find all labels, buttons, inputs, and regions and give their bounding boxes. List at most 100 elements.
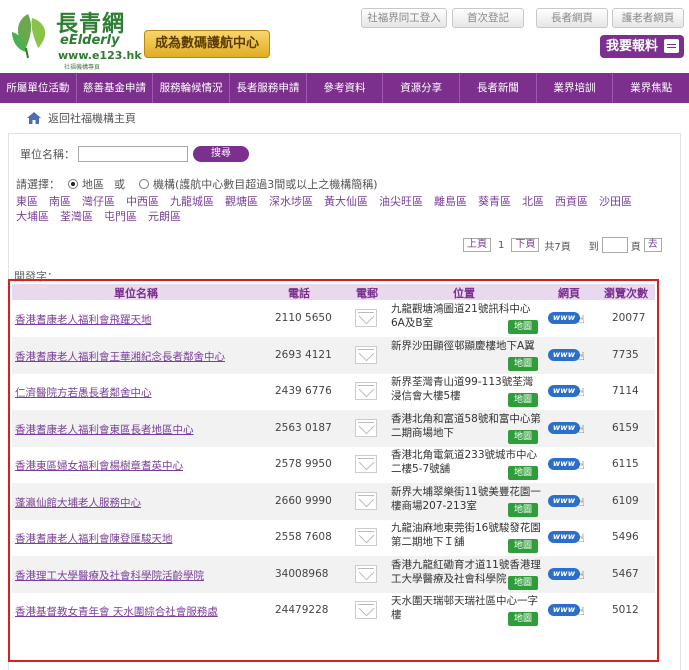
- nav-item-service-application[interactable]: 長者服務申請: [230, 73, 307, 103]
- unit-name-link[interactable]: 香港理工大學醫療及社會科學院活齡學院: [15, 568, 204, 583]
- unit-name-link[interactable]: 蓬瀛仙館大埔老人服務中心: [15, 495, 141, 510]
- email-icon[interactable]: [355, 309, 377, 327]
- unit-name-link[interactable]: 仁濟醫院方若愚長者鄰舍中心: [15, 385, 152, 400]
- district-link[interactable]: 九龍城區: [170, 194, 214, 209]
- pointer-hand-icon: ☝: [578, 532, 585, 545]
- map-button[interactable]: 地圖: [508, 430, 538, 444]
- district-radio[interactable]: [68, 179, 78, 189]
- email-icon[interactable]: [355, 455, 377, 473]
- email-icon[interactable]: [355, 601, 377, 619]
- district-link[interactable]: 東區: [16, 194, 38, 209]
- website-button[interactable]: www ☝: [548, 495, 588, 509]
- district-link[interactable]: 沙田區: [599, 194, 632, 209]
- www-label: www: [548, 312, 580, 324]
- district-link[interactable]: 深水埗區: [269, 194, 313, 209]
- district-link[interactable]: 南區: [49, 194, 71, 209]
- map-button[interactable]: 地圖: [508, 539, 538, 553]
- elderly-page-button[interactable]: 長者網頁: [536, 8, 608, 28]
- next-page-button[interactable]: 下頁: [511, 238, 540, 252]
- map-button[interactable]: 地圖: [508, 357, 538, 371]
- prev-page-button[interactable]: 上頁: [463, 238, 491, 252]
- email-icon[interactable]: [355, 382, 377, 400]
- website-button[interactable]: www ☝: [548, 349, 588, 363]
- www-label: www: [548, 422, 580, 434]
- main-nav: 所屬單位活動 慈善基金申請 服務輪候情況 長者服務申請 參考資料 資源分享 長者…: [0, 73, 689, 103]
- first-register-button[interactable]: 首次登記: [452, 8, 524, 28]
- search-button[interactable]: 搜尋: [193, 146, 249, 162]
- district-link[interactable]: 西貢區: [555, 194, 588, 209]
- nav-item-training[interactable]: 業界培訓: [537, 73, 614, 103]
- map-button[interactable]: 地圖: [508, 576, 538, 590]
- staff-login-button[interactable]: 社福界同工登入: [361, 8, 447, 28]
- nav-item-references[interactable]: 參考資料: [307, 73, 384, 103]
- map-button[interactable]: 地圖: [508, 320, 538, 334]
- district-link[interactable]: 元朗區: [148, 209, 181, 224]
- website-button[interactable]: www ☝: [548, 458, 588, 472]
- goto-page-input[interactable]: [601, 237, 628, 253]
- unit-name-link[interactable]: 香港基督教女青年會 天水圍綜合社會服務處: [15, 604, 218, 619]
- district-link[interactable]: 灣仔區: [82, 194, 115, 209]
- unit-name-link[interactable]: 香港耆康老人福利會飛躍天地: [15, 312, 152, 327]
- www-label: www: [548, 349, 580, 361]
- nav-item-focus[interactable]: 業界焦點: [613, 73, 689, 103]
- report-news-button[interactable]: 我要報料: [600, 35, 684, 58]
- table-row: 仁濟醫院方若愚長者鄰舍中心 2439 6776 新界荃灣青山道99-113號荃灣浸信…: [12, 373, 655, 410]
- email-icon[interactable]: [355, 419, 377, 437]
- unit-name-link[interactable]: 香港東區婦女福利會楊樹章耆英中心: [15, 458, 183, 473]
- map-button[interactable]: 地圖: [508, 612, 538, 626]
- district-list: 東區 南區 灣仔區 中西區 九龍城區 觀塘區 深水埗區 黃大仙區 油尖旺區 離島區 葵青區 北區 西貢區…: [16, 194, 656, 224]
- organization-radio[interactable]: [139, 179, 149, 189]
- map-button[interactable]: 地圖: [508, 466, 538, 480]
- nav-item-elderly-news[interactable]: 長者新聞: [460, 73, 537, 103]
- nav-item-activities[interactable]: 所屬單位活動: [0, 73, 77, 103]
- district-link[interactable]: 荃灣區: [60, 209, 93, 224]
- nav-item-charity-fund[interactable]: 慈善基金申請: [77, 73, 154, 103]
- breadcrumb[interactable]: 返回社福機構主頁: [26, 110, 136, 126]
- view-count: 5012: [612, 604, 639, 616]
- nav-item-waiting-status[interactable]: 服務輪候情況: [153, 73, 231, 103]
- unit-name-search-input[interactable]: [78, 146, 188, 162]
- district-radio-label: 地區: [82, 178, 104, 191]
- view-count: 5496: [612, 531, 639, 543]
- district-link[interactable]: 油尖旺區: [379, 194, 423, 209]
- website-button[interactable]: www ☝: [548, 531, 588, 545]
- district-link[interactable]: 屯門區: [104, 209, 137, 224]
- table-row: 香港耆康老人福利會東區長者地區中心 2563 0187 香港北角和富道58號和富中心…: [12, 410, 655, 447]
- unit-name-link[interactable]: 香港耆康老人福利會東區長者地區中心: [15, 422, 194, 437]
- website-button[interactable]: www ☝: [548, 422, 588, 436]
- district-link[interactable]: 中西區: [126, 194, 159, 209]
- table-row: 香港耆康老人福利會飛躍天地 2110 5650 九龍觀塘鴻圖道21號訊科中心6A及B…: [12, 300, 655, 337]
- www-label: www: [548, 531, 580, 543]
- email-icon[interactable]: [355, 346, 377, 364]
- unit-name-link[interactable]: 香港耆康老人福利會陳登匯駿天地: [15, 531, 173, 546]
- leaf-logo-icon: [12, 14, 46, 59]
- carer-page-button[interactable]: 護老者網頁: [612, 8, 684, 28]
- go-button[interactable]: 去: [643, 238, 662, 252]
- email-icon[interactable]: [355, 492, 377, 510]
- email-icon[interactable]: [355, 528, 377, 546]
- col-views-header: 瀏覽次數: [604, 287, 648, 300]
- site-logo[interactable]: 長青網 eElderly www.e123.hk 社福機構專頁: [2, 4, 142, 71]
- email-icon[interactable]: [355, 565, 377, 583]
- district-link[interactable]: 黃大仙區: [324, 194, 368, 209]
- website-button[interactable]: www ☝: [548, 568, 588, 582]
- unit-name-link[interactable]: 香港耆康老人福利會王華湘紀念長者鄰舍中心: [15, 349, 225, 364]
- map-button[interactable]: 地圖: [508, 393, 538, 407]
- organization-radio-label: 機構: [153, 178, 175, 191]
- district-link[interactable]: 大埔區: [16, 209, 49, 224]
- pointer-hand-icon: ☝: [578, 459, 585, 472]
- website-button[interactable]: www ☝: [548, 385, 588, 399]
- pointer-hand-icon: ☝: [578, 496, 585, 509]
- website-button[interactable]: www ☝: [548, 312, 588, 326]
- view-count: 5467: [612, 568, 639, 580]
- district-link[interactable]: 觀塘區: [225, 194, 258, 209]
- become-ambassador-button[interactable]: 成為數碼護航中心: [144, 30, 270, 58]
- website-button[interactable]: www ☝: [548, 604, 588, 618]
- map-button[interactable]: 地圖: [508, 503, 538, 517]
- logo-url: www.e123.hk: [58, 49, 142, 62]
- view-count: 7735: [612, 349, 639, 361]
- district-link[interactable]: 北區: [522, 194, 544, 209]
- nav-item-resource-sharing[interactable]: 資源分享: [383, 73, 461, 103]
- district-link[interactable]: 離島區: [434, 194, 467, 209]
- district-link[interactable]: 葵青區: [478, 194, 511, 209]
